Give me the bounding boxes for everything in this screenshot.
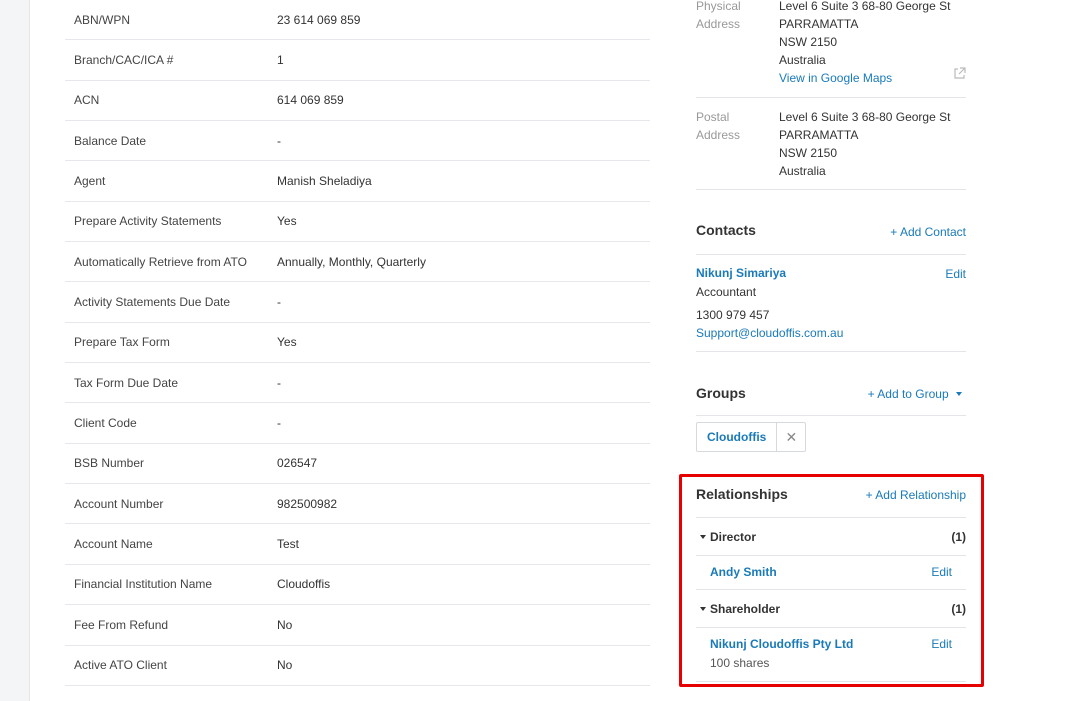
field-label: ABN/WPN [74, 12, 131, 27]
contacts-title: Contacts [696, 222, 756, 238]
address-line: NSW 2150 [779, 35, 838, 49]
field-row-bsb: BSB Number 026547 [65, 444, 650, 485]
address-line: Australia [779, 164, 826, 178]
groups-section: Groups + Add to Group [696, 383, 966, 413]
address-line: Level 6 Suite 3 68-80 George St [779, 110, 951, 124]
add-to-group-label: + Add to Group [867, 387, 949, 401]
divider [696, 254, 966, 255]
address-line: PARRAMATTA [779, 17, 859, 31]
field-row-active-ato: Active ATO Client No [65, 646, 650, 686]
field-value: Manish Sheladiya [277, 174, 372, 189]
divider [696, 189, 966, 190]
field-row-account-name: Account Name Test [65, 524, 650, 565]
field-label: Account Number [74, 496, 164, 511]
add-contact-button[interactable]: + Add Contact [890, 225, 966, 239]
external-link-icon[interactable] [953, 67, 966, 80]
field-label: Prepare Activity Statements [74, 214, 222, 229]
field-value: 614 069 859 [277, 93, 344, 108]
field-label: Account Name [74, 537, 153, 552]
field-row-account-number: Account Number 982500982 [65, 484, 650, 525]
postal-address-label-2: Address [696, 128, 741, 142]
divider [696, 415, 966, 416]
field-label: Prepare Tax Form [74, 335, 170, 350]
field-label: Branch/CAC/ICA # [74, 53, 174, 68]
field-label: Balance Date [74, 133, 147, 148]
field-label: Financial Institution Name [74, 577, 213, 592]
chevron-down-icon [956, 391, 962, 396]
physical-address-label-1: Physical [696, 0, 741, 13]
contact-card: Nikunj Simariya Edit Accountant 1300 979… [696, 265, 966, 345]
address-line: Level 6 Suite 3 68-80 George St [779, 0, 951, 13]
field-row-client-code: Client Code - [65, 403, 650, 444]
client-details-panel: ABN/WPN 23 614 069 859 Branch/CAC/ICA #1 … [29, 0, 667, 701]
field-row-agent: Agent Manish Sheladiya [65, 161, 650, 202]
group-chip-label[interactable]: Cloudoffis [697, 423, 778, 451]
field-value: No [277, 617, 293, 632]
field-label: BSB Number [74, 456, 145, 471]
remove-group-icon[interactable]: ✕ [777, 429, 805, 446]
field-row-acn: ACN 614 069 859 [65, 81, 650, 122]
field-row-activity-due: Activity Statements Due Date - [65, 282, 650, 323]
field-value: - [277, 295, 281, 310]
postal-address-section: Postal Address Level 6 Suite 3 68-80 Geo… [696, 108, 966, 183]
divider [696, 97, 966, 98]
field-value: 982500982 [277, 496, 338, 511]
contact-role: Accountant [696, 285, 757, 299]
relationships-highlight-box [679, 474, 984, 687]
field-row-abn: ABN/WPN 23 614 069 859 [65, 0, 650, 41]
contact-name-link[interactable]: Nikunj Simariya [696, 266, 786, 280]
postal-address-label-1: Postal [696, 110, 730, 124]
field-value: 23 614 069 859 [277, 12, 361, 27]
field-row-branch: Branch/CAC/ICA # 1 [65, 40, 650, 81]
add-to-group-button[interactable]: + Add to Group [868, 387, 966, 401]
field-label: Activity Statements Due Date [74, 295, 231, 310]
client-field-list: ABN/WPN 23 614 069 859 Branch/CAC/ICA #1 … [65, 0, 650, 686]
physical-address-label-2: Address [696, 17, 741, 31]
field-value: 026547 [277, 456, 318, 471]
field-row-institution: Financial Institution Name Cloudoffis [65, 565, 650, 606]
field-label: Tax Form Due Date [74, 375, 179, 390]
group-chip: Cloudoffis ✕ [696, 422, 807, 452]
field-row-tax-due: Tax Form Due Date - [65, 363, 650, 404]
field-row-auto-retrieve: Automatically Retrieve from ATO Annually,… [65, 242, 650, 283]
groups-title: Groups [696, 385, 746, 401]
google-maps-link[interactable]: View in Google Maps [779, 69, 950, 87]
field-value: Annually, Monthly, Quarterly [277, 254, 426, 269]
field-value: 1 [277, 53, 284, 68]
address-line: PARRAMATTA [779, 128, 859, 142]
field-label: Active ATO Client [74, 658, 167, 673]
field-label: Fee From Refund [74, 617, 169, 632]
field-row-fee-refund: Fee From Refund No [65, 605, 650, 646]
physical-address-lines: Level 6 Suite 3 68-80 George St PARRAMAT… [779, 0, 950, 87]
field-value: Yes [277, 335, 297, 350]
field-row-prepare-tax: Prepare Tax Form Yes [65, 323, 650, 364]
edit-contact-button[interactable]: Edit [945, 267, 966, 281]
field-label: Automatically Retrieve from ATO [74, 254, 247, 269]
field-value: - [277, 133, 281, 148]
field-value: - [277, 416, 281, 431]
field-label: ACN [74, 93, 100, 108]
contact-email-link[interactable]: Support@cloudoffis.com.au [696, 326, 843, 340]
field-value: Test [277, 537, 300, 552]
field-label: Client Code [74, 416, 137, 431]
field-value: Cloudoffis [277, 577, 331, 592]
divider [696, 351, 966, 352]
address-line: NSW 2150 [779, 146, 838, 160]
address-line: Australia [779, 53, 826, 67]
contact-phone: 1300 979 457 [696, 308, 770, 322]
field-row-prepare-activity: Prepare Activity Statements Yes [65, 202, 650, 243]
physical-address-section: Physical Address Level 6 Suite 3 68-80 G… [696, 0, 966, 92]
field-value: Yes [277, 214, 297, 229]
group-chips: Cloudoffis ✕ [696, 422, 966, 454]
field-label: Agent [74, 174, 106, 189]
field-value: No [277, 658, 293, 673]
postal-address-lines: Level 6 Suite 3 68-80 George St PARRAMAT… [779, 108, 950, 180]
field-value: - [277, 375, 281, 390]
field-row-balance-date: Balance Date - [65, 121, 650, 162]
